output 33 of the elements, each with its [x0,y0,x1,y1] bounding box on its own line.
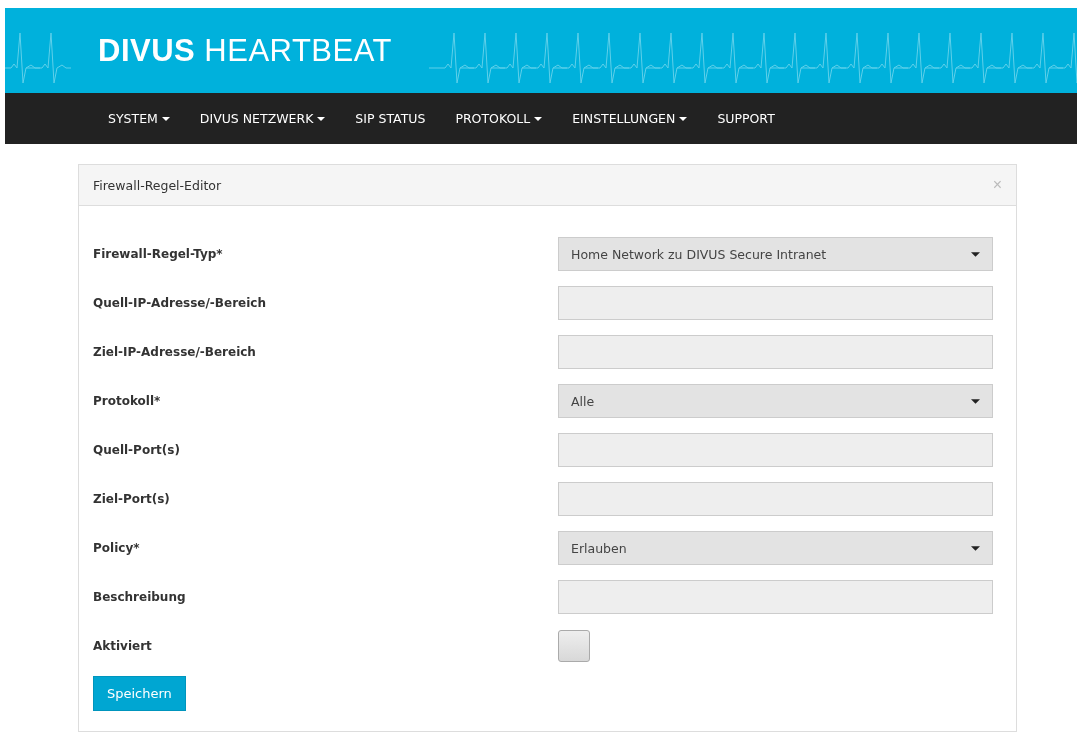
caret-icon [161,116,170,121]
field-label: Firewall-Regel-Typ* [93,247,223,261]
input-field[interactable] [558,286,993,320]
input-field[interactable] [558,335,993,369]
select-field[interactable]: Home Network zu DIVUS Secure Intranet [558,237,993,271]
caret-icon [971,251,980,257]
field-label: Protokoll* [93,394,161,408]
panel-title: Firewall-Regel-Editor [93,177,222,193]
nav-item[interactable]: PROTOKOLL [440,111,558,126]
field-label: Beschreibung [93,590,186,604]
input-field[interactable] [558,433,993,467]
ecg-line-drawing [5,32,72,84]
caret-icon [534,116,543,121]
input-field[interactable] [558,580,993,614]
caret-icon [971,545,980,551]
caret-icon [971,398,980,404]
field-label: Ziel-IP-Adresse/-Bereich [93,345,256,359]
caret-icon [679,116,688,121]
nav-item[interactable]: DIVUS NETZWERK [184,111,341,126]
field-label: Quell-IP-Adresse/-Bereich [93,296,266,310]
field-label: Quell-Port(s) [93,443,180,457]
field-label: Aktiviert [93,639,152,653]
field-label: Ziel-Port(s) [93,492,170,506]
nav-item[interactable]: SIP STATUS [340,111,441,126]
nav-item[interactable]: EINSTELLUNGEN [557,111,703,126]
nav-item[interactable]: SYSTEM [93,111,185,126]
input-field[interactable] [558,482,993,516]
select-field[interactable]: Alle [558,384,993,418]
field-label: Policy* [93,541,140,555]
checkbox[interactable] [558,630,590,662]
select-field[interactable]: Erlauben [558,531,993,565]
nav-item[interactable]: SUPPORT [702,111,790,126]
caret-icon [317,116,326,121]
